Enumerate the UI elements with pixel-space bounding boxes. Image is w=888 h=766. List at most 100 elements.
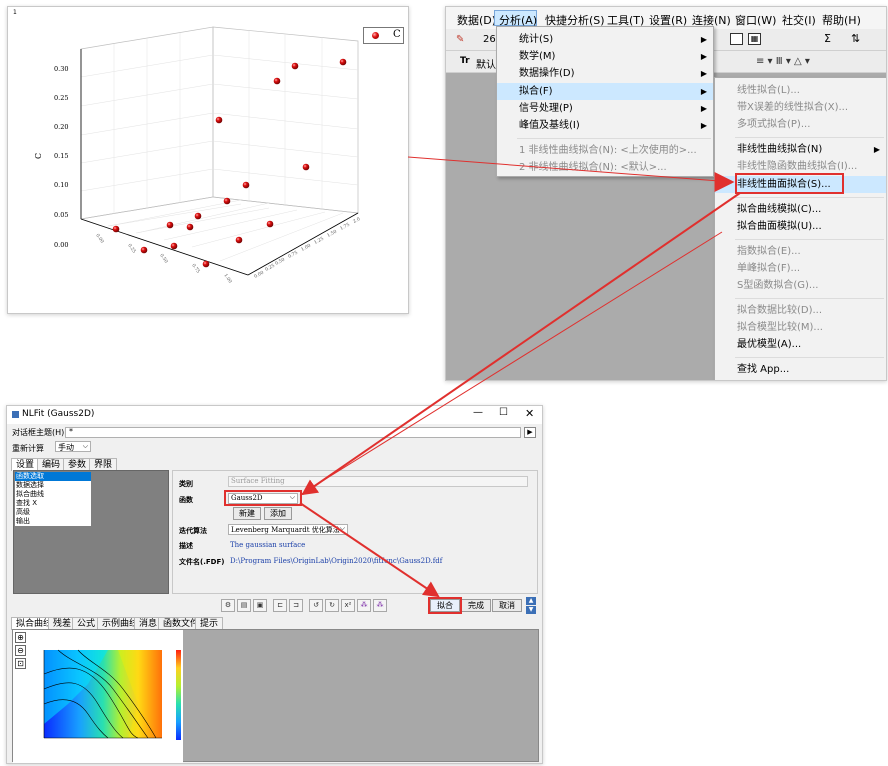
zoom-in-icon[interactable]: ⊕	[15, 632, 26, 643]
z-tick: 0.25	[54, 94, 68, 102]
axis-tick: 0.25	[126, 243, 137, 255]
tree-item[interactable]: 拟合曲线	[16, 490, 44, 499]
collapse-down-icon[interactable]: ▼	[526, 606, 536, 614]
algorithm-select[interactable]: Levenberg Marquardt 优化算法 ⌵	[228, 524, 348, 535]
file-label: 文件名(.FDF)	[179, 558, 225, 566]
menu-single-peak-fit[interactable]: 单峰拟合(F)...	[715, 260, 886, 277]
recalc-select[interactable]: 手动 ⌵	[55, 441, 91, 452]
menu-math[interactable]: 数学(M) ▶	[497, 48, 713, 65]
tool-icon[interactable]: ▤	[237, 599, 251, 612]
tree-item-function-select[interactable]: 函数选取	[15, 472, 91, 481]
menu-recent-2[interactable]: 2 非线性曲线拟合(N): <默认>...	[497, 159, 713, 176]
axis-tick: 1.00	[222, 273, 233, 285]
data-point	[339, 58, 347, 66]
tool-icon[interactable]: ⚙	[221, 599, 235, 612]
sum-icon[interactable]: Σ	[824, 32, 831, 45]
preview-graph: ⊕ ⊖ ⊡	[13, 630, 183, 763]
menu-surface-sim[interactable]: 拟合曲面模拟(U)...	[715, 218, 886, 235]
close-icon[interactable]: ✕	[525, 407, 534, 420]
menu-item[interactable]: 窗口(W)	[735, 12, 776, 28]
font-icon[interactable]: Tr	[460, 56, 470, 66]
category-label: 类别	[179, 480, 193, 488]
tool-icon[interactable]: ⁂	[357, 599, 371, 612]
z-tick: 0.05	[54, 211, 68, 219]
data-point	[112, 225, 120, 233]
tree-item[interactable]: 查找 X	[16, 499, 37, 508]
scatter-3d-plot: 0.30 0.25 0.20 0.15 0.10 0.05 0.00 C 2.0…	[34, 26, 361, 285]
menu-item[interactable]: 帮助(H)	[822, 12, 861, 28]
menu-stats[interactable]: 统计(S) ▶	[497, 31, 713, 48]
axis-tick: 0.75	[287, 250, 299, 260]
zoom-fit-icon[interactable]: ⊡	[15, 658, 26, 669]
menu-linear-fit[interactable]: 线性拟合(L)...	[715, 82, 886, 99]
sort-icon[interactable]: ⇅	[851, 32, 860, 45]
done-button[interactable]: 完成	[461, 599, 491, 612]
tool-icon[interactable]: ↺	[309, 599, 323, 612]
tool-icon[interactable]: ▣	[253, 599, 267, 612]
tree-item[interactable]: 高级	[16, 508, 30, 517]
play-button[interactable]: ▶	[524, 427, 536, 438]
data-point	[186, 223, 194, 231]
data-point	[223, 197, 231, 205]
menu-data-ops[interactable]: 数据操作(D) ▶	[497, 65, 713, 82]
table-icon[interactable]	[730, 33, 743, 45]
menu-find-app[interactable]: 查找 App...	[715, 361, 886, 378]
pencil-icon[interactable]: ✎	[456, 34, 464, 45]
tool-icon[interactable]: x²	[341, 599, 355, 612]
cancel-button[interactable]: 取消	[492, 599, 522, 612]
tree-item[interactable]: 输出	[16, 517, 30, 526]
data-point	[166, 221, 174, 229]
menu-compare-data[interactable]: 拟合数据比较(D)...	[715, 302, 886, 319]
menu-nonlinear-curve-fit[interactable]: 非线性曲线拟合(N) ▶	[715, 141, 886, 158]
algorithm-label: 迭代算法	[179, 527, 207, 535]
category-field: Surface Fitting	[228, 476, 528, 487]
menu-fitting[interactable]: 拟合(F) ▶	[497, 83, 713, 100]
title-bar: NLFit (Gauss2D) — ☐ ✕	[7, 406, 542, 424]
data-point	[140, 246, 148, 254]
menu-curve-sim[interactable]: 拟合曲线模拟(C)...	[715, 201, 886, 218]
menu-sigmoid-fit[interactable]: S型函数拟合(G)...	[715, 277, 886, 294]
data-point	[235, 236, 243, 244]
tool-icon[interactable]: ⊐	[289, 599, 303, 612]
tool-icon[interactable]: ↻	[325, 599, 339, 612]
new-button[interactable]: 新建	[233, 507, 261, 520]
color-scale	[176, 650, 181, 740]
z-tick: 0.15	[54, 152, 68, 160]
menu-peaks[interactable]: 峰值及基线(I) ▶	[497, 117, 713, 134]
algorithm-value: Levenberg Marquardt 优化算法	[231, 526, 340, 534]
font-name[interactable]: 默认	[476, 56, 496, 71]
data-point	[215, 116, 223, 124]
fields-panel: 类别 Surface Fitting 函数 Gauss2D ⌵ 新建 添加 迭代…	[172, 470, 538, 594]
chart-icon[interactable]: ▦	[748, 33, 761, 45]
menu-linear-fit-xerr[interactable]: 带X误差的线性拟合(X)...	[715, 99, 886, 116]
tool-icon[interactable]: ⊏	[273, 599, 287, 612]
menu-compare-models[interactable]: 拟合模型比较(M)...	[715, 319, 886, 336]
maximize-icon[interactable]: ☐	[499, 407, 508, 418]
tree-item[interactable]: 数据选择	[16, 481, 44, 490]
file-path[interactable]: D:\Program Files\OriginLab\Origin2020\fi…	[230, 557, 442, 565]
minimize-icon[interactable]: —	[473, 407, 483, 418]
z-tick: 0.00	[54, 241, 68, 249]
menu-signal[interactable]: 信号处理(P) ▶	[497, 100, 713, 117]
zoom-value[interactable]: 26	[483, 34, 496, 45]
data-point	[170, 242, 178, 250]
menu-item[interactable]: 社交(I)	[782, 12, 816, 28]
menu-exp-fit[interactable]: 指数拟合(E)...	[715, 243, 886, 260]
highlight-box-fit	[428, 597, 462, 614]
zoom-out-icon[interactable]: ⊖	[15, 645, 26, 656]
theme-field[interactable]: *	[65, 427, 521, 438]
align-icon[interactable]: ≡ ▾ Ⅲ ▾ △ ▾	[756, 56, 810, 67]
add-button[interactable]: 添加	[264, 507, 292, 520]
menu-best-model[interactable]: 最优模型(A)...	[715, 336, 886, 353]
recalc-value: 手动	[58, 443, 74, 452]
menu-recent-1[interactable]: 1 非线性曲线拟合(N): <上次使用的>...	[497, 142, 713, 159]
collapse-up-icon[interactable]: ▲	[526, 597, 536, 605]
menu-poly-fit[interactable]: 多项式拟合(P)...	[715, 116, 886, 133]
highlight-box-surface-fit	[735, 173, 844, 194]
menu-item[interactable]: 数据(D)	[457, 12, 496, 28]
legend: C	[363, 27, 404, 44]
axis-tick: 1.75	[339, 222, 351, 232]
tool-icon[interactable]: ⁂	[373, 599, 387, 612]
z-axis-ticks: 0.30 0.25 0.20 0.15 0.10 0.05 0.00	[54, 65, 68, 249]
axis-tick: 0.50	[274, 257, 286, 267]
